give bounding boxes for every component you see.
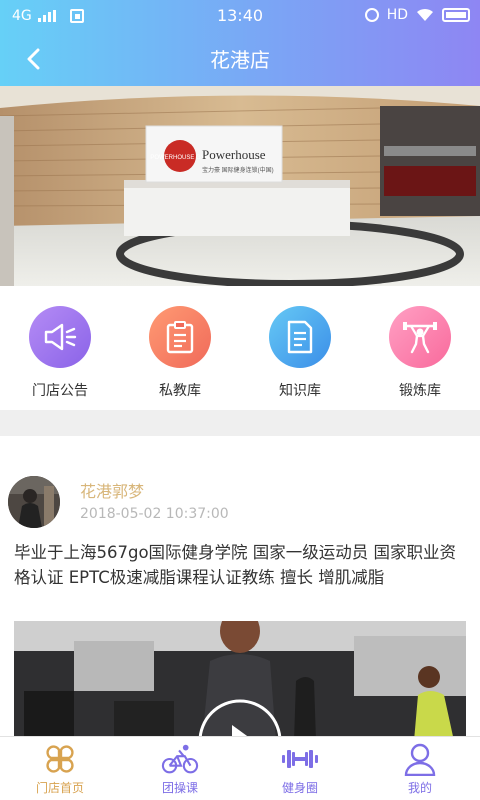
document-icon [287,320,313,354]
clover-icon [46,745,74,773]
feed-post[interactable]: 花港郭梦 2018-05-02 10:37:00 毕业于上海567go国际健身学… [0,436,480,741]
feature-circle [29,306,91,368]
tab-label: 团操课 [161,781,198,795]
feature-label: 锻炼库 [399,383,441,399]
page-title: 花港店 [210,48,270,72]
feature-workout-library[interactable]: 锻炼库 [360,286,480,410]
tab-label: 我的 [407,781,432,795]
feature-label: 知识库 [279,383,321,399]
store-banner-image[interactable]: POWERHOUSE GYM Powerhouse 宝力豪 国际健身连锁(中国) [0,86,480,286]
post-video[interactable] [14,621,466,741]
gym-lobby-illustration: POWERHOUSE GYM Powerhouse 宝力豪 国际健身连锁(中国) [0,86,480,286]
avatar-photo [8,476,60,528]
feature-label: 私教库 [159,383,201,399]
tab-store-home[interactable]: 门店首页 [0,737,120,800]
section-divider [0,410,480,436]
tab-icon-wrap [401,741,439,777]
wifi-icon [417,8,433,21]
tab-mine[interactable]: 我的 [360,737,480,800]
feature-private-coach[interactable]: 私教库 [120,286,240,410]
hd-indicator: HD [386,7,408,23]
feature-grid: 门店公告 私教库 知识库 锻炼库 [0,286,480,410]
post-content: 毕业于上海567go国际健身学院 国家一级运动员 国家职业资格认证 EPTC极速… [14,543,457,587]
clipboard-icon [166,321,194,354]
sign-subtitle: 宝力豪 国际健身连锁(中国) [202,166,274,174]
post-time: 2018-05-02 10:37:00 [80,506,229,522]
post-author[interactable]: 花港郭梦 [80,478,144,502]
tab-icon-wrap [161,741,199,777]
alarm-icon [364,8,379,22]
video-thumbnail [14,621,466,741]
user-icon [404,743,436,776]
tab-fitness-circle[interactable]: 健身圈 [240,737,360,800]
header: 4G 13:40 HD 花港店 [0,0,480,86]
feature-knowledge[interactable]: 知识库 [240,286,360,410]
feature-circle [269,306,331,368]
tab-label: 健身圈 [281,781,318,795]
tab-icon-wrap [41,741,79,777]
battery-icon [442,8,470,22]
feature-label: 门店公告 [32,383,88,399]
sign-brand: Powerhouse [202,147,266,162]
weightlifter-icon [403,322,437,354]
status-bar: 4G 13:40 HD [0,0,480,32]
feature-circle [389,306,451,368]
cyclist-icon [161,744,199,774]
tab-label: 门店首页 [35,781,84,795]
feature-store-notice[interactable]: 门店公告 [0,286,120,410]
status-right: HD [364,7,470,23]
feature-circle [149,306,211,368]
tab-icon-wrap [281,741,319,777]
app-root: 4G 13:40 HD 花港店 POWERHOUSE GYM Powerhous… [0,0,480,800]
logo-text: POWERHOUSE GYM [150,155,209,161]
megaphone-icon [44,323,77,351]
bottom-tab-bar: 门店首页 团操课 健身圈 我的 [0,736,480,800]
dumbbell-icon [282,750,318,768]
navbar: 花港店 [0,32,480,86]
avatar[interactable] [8,476,60,528]
tab-group-class[interactable]: 团操课 [120,737,240,800]
